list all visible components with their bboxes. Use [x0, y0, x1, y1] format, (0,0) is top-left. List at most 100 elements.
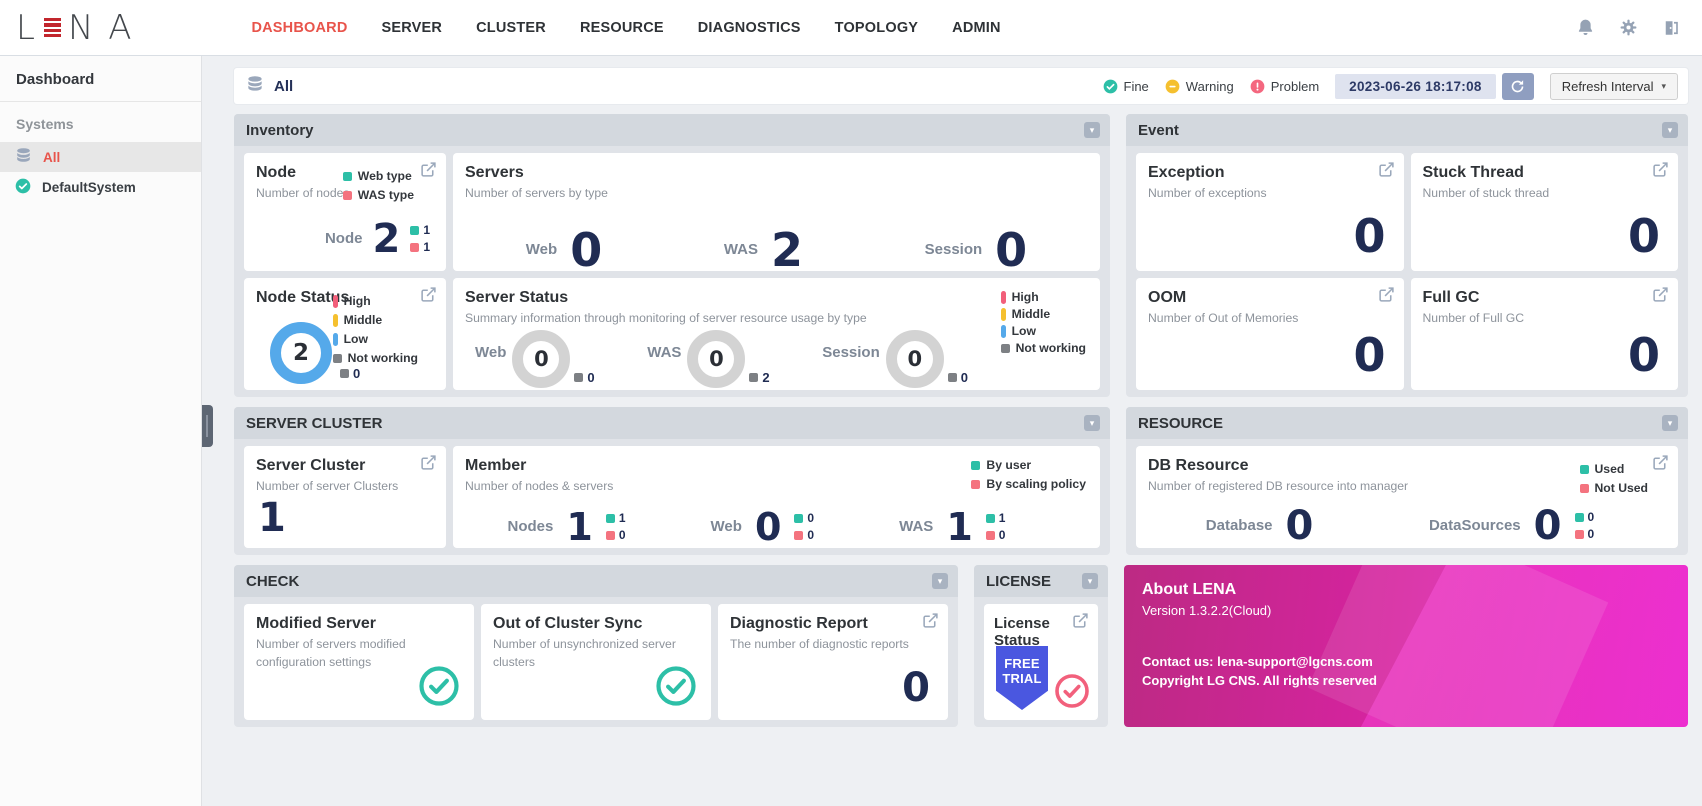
external-link-icon[interactable]	[1652, 161, 1669, 183]
db-resource-card: DB Resource Number of registered DB reso…	[1136, 446, 1678, 548]
license-status-card: License Status FREE TRIAL	[984, 604, 1098, 720]
sidebar-collapse-handle[interactable]	[202, 405, 213, 447]
collapse-panel-button[interactable]: ▾	[1082, 573, 1098, 589]
notifications-bell-icon[interactable]	[1576, 18, 1595, 37]
external-link-icon[interactable]	[1072, 612, 1089, 634]
main-content: All Fine Warning Problem 2023-06-26 18:1…	[202, 56, 1702, 806]
server-status-card: Server Status Summary information throug…	[453, 278, 1100, 390]
collapse-panel-button[interactable]: ▾	[932, 573, 948, 589]
chevron-down-icon: ▾	[1087, 575, 1093, 586]
server-cluster-card: Server Cluster Number of server Clusters…	[244, 446, 446, 548]
card-subtitle: Summary information through monitoring o…	[465, 311, 867, 325]
legend-warning: Warning	[1165, 79, 1234, 94]
member-card: Member Number of nodes & servers By user…	[453, 446, 1100, 548]
top-navbar: L N A DASHBOARD SERVER CLUSTER RESOURCE …	[0, 0, 1702, 56]
chevron-down-icon: ▾	[937, 575, 943, 586]
panel-title: RESOURCE	[1138, 414, 1224, 432]
status-ok-check-icon	[418, 665, 460, 712]
card-subtitle: Number of exceptions	[1148, 186, 1267, 200]
settings-gear-icon[interactable]	[1619, 18, 1638, 37]
sidebar-section-systems: Systems	[16, 116, 74, 132]
server-cluster-count: 1	[258, 495, 286, 541]
panel-title: Event	[1138, 121, 1179, 139]
nav-server[interactable]: SERVER	[382, 20, 443, 36]
node-type-legend: Web type WAS type	[342, 169, 414, 202]
card-title: Server Cluster	[256, 457, 366, 474]
node-total-value: 2	[372, 215, 401, 262]
node-status-card: Node Status High Middle Low Not working …	[244, 278, 446, 390]
member-legend: By user By scaling policy	[971, 458, 1086, 491]
chevron-down-icon: ▾	[1661, 80, 1666, 91]
external-link-icon[interactable]	[1652, 454, 1669, 476]
collapse-panel-button[interactable]: ▾	[1084, 415, 1100, 431]
nav-resource[interactable]: RESOURCE	[580, 20, 664, 36]
panel-title: SERVER CLUSTER	[246, 414, 383, 432]
external-link-icon[interactable]	[420, 161, 437, 183]
lena-logo[interactable]: L N A	[16, 8, 133, 48]
status-ok-check-icon	[655, 665, 697, 712]
fine-check-icon	[1103, 79, 1117, 93]
oom-count: 0	[1353, 328, 1386, 382]
card-title: Exception	[1148, 164, 1225, 181]
node-card: Node Number of nodes Web type WAS type N…	[244, 153, 446, 271]
server-count-was: WAS 2	[723, 222, 804, 277]
status-warning-check-icon	[1054, 673, 1090, 714]
diagnostic-report-count: 0	[902, 665, 930, 711]
external-link-icon[interactable]	[1378, 286, 1395, 308]
card-title: Diagnostic Report	[730, 615, 868, 632]
servers-card: Servers Number of servers by type Web 0 W…	[453, 153, 1100, 277]
oom-card: OOM Number of Out of Memories 0	[1136, 278, 1404, 390]
card-subtitle: Number of Full GC	[1422, 311, 1525, 325]
legend-problem: Problem	[1250, 79, 1319, 94]
sidebar-item-all[interactable]: All	[0, 142, 201, 172]
panel-title: CHECK	[246, 572, 300, 590]
nav-diagnostics[interactable]: DIAGNOSTICS	[698, 20, 801, 36]
logout-door-icon[interactable]	[1662, 19, 1680, 37]
db-resource-legend: Used Not Used	[1579, 462, 1648, 495]
about-version: Version 1.3.2.2(Cloud)	[1142, 603, 1272, 618]
refresh-interval-dropdown[interactable]: Refresh Interval ▾	[1549, 72, 1678, 100]
chevron-down-icon: ▾	[1089, 417, 1095, 428]
legend-fine: Fine	[1103, 79, 1149, 94]
node-status-not-working: 0	[340, 366, 360, 381]
external-link-icon[interactable]	[1652, 286, 1669, 308]
server-count-session: Session 0	[924, 222, 1028, 277]
value-label: Node	[324, 230, 363, 248]
logo-letters-na: N A	[67, 7, 134, 48]
problem-exclamation-icon	[1250, 79, 1265, 93]
nav-cluster[interactable]: CLUSTER	[476, 20, 546, 36]
exception-card: Exception Number of exceptions 0	[1136, 153, 1404, 271]
sidebar: Dashboard Systems All DefaultSystem	[0, 56, 202, 806]
logo-letter-l: L	[16, 7, 37, 48]
collapse-panel-button[interactable]: ▾	[1084, 122, 1100, 138]
collapse-panel-button[interactable]: ▾	[1662, 415, 1678, 431]
database-count: Database 0	[1205, 502, 1314, 549]
database-stack-icon	[246, 75, 264, 97]
nav-dashboard[interactable]: DASHBOARD	[251, 20, 347, 36]
card-subtitle: The number of diagnostic reports	[730, 637, 909, 651]
server-cluster-panel: SERVER CLUSTER ▾ Server Cluster Number o…	[234, 407, 1110, 555]
chevron-down-icon: ▾	[1089, 124, 1095, 135]
card-title: Stuck Thread	[1422, 164, 1524, 181]
external-link-icon[interactable]	[420, 286, 437, 308]
external-link-icon[interactable]	[1378, 161, 1395, 183]
panel-title: Inventory	[246, 121, 314, 139]
refresh-button[interactable]	[1501, 72, 1534, 100]
card-title: Modified Server	[256, 615, 377, 632]
datasources-count: DataSources 0 00	[1428, 502, 1595, 549]
modified-server-card: Modified Server Number of servers modifi…	[244, 604, 474, 720]
nav-admin[interactable]: ADMIN	[952, 20, 1001, 36]
external-link-icon[interactable]	[922, 612, 939, 634]
about-contact: Contact us: lena-support@lgcns.com	[1142, 654, 1373, 669]
external-link-icon[interactable]	[420, 454, 437, 476]
card-title: Full GC	[1422, 289, 1480, 306]
lena-logo-bars-icon	[43, 18, 61, 37]
sidebar-item-label: DefaultSystem	[42, 179, 136, 195]
card-title: OOM	[1148, 289, 1187, 306]
full-gc-count: 0	[1627, 328, 1660, 382]
collapse-panel-button[interactable]: ▾	[1662, 122, 1678, 138]
nav-topology[interactable]: TOPOLOGY	[835, 20, 919, 36]
about-title: About LENA	[1142, 581, 1237, 598]
sidebar-item-defaultsystem[interactable]: DefaultSystem	[0, 172, 201, 202]
chevron-down-icon: ▾	[1667, 417, 1673, 428]
